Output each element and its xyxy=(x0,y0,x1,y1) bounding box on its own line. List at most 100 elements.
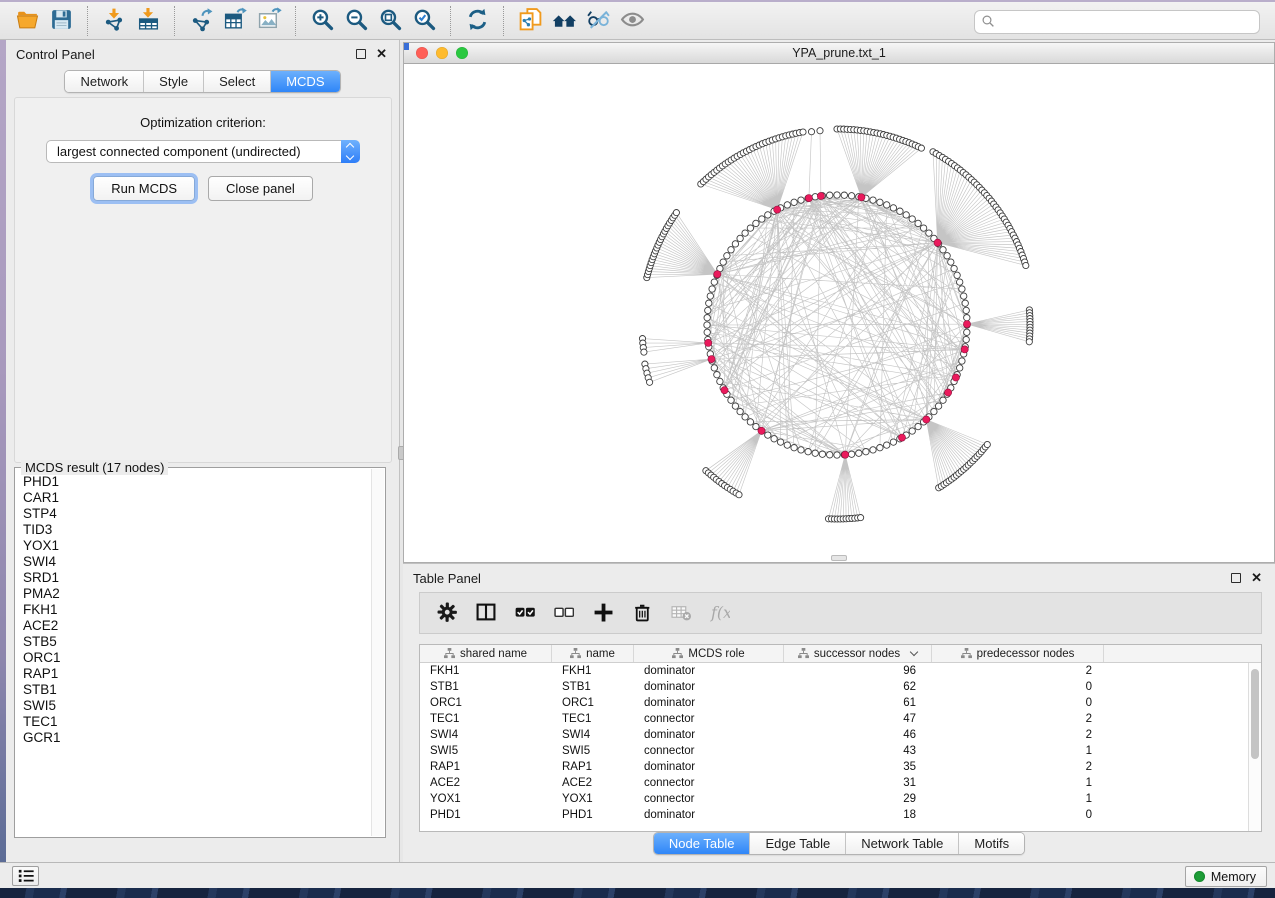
cell-MCDS-role[interactable]: dominator xyxy=(634,679,784,695)
column-header-MCDS-role[interactable]: MCDS role xyxy=(634,645,784,662)
table-scrollbar[interactable] xyxy=(1248,663,1261,831)
apply-layout-button[interactable] xyxy=(460,5,494,37)
import-table-button[interactable] xyxy=(131,5,165,37)
mcds-result-item[interactable]: STB1 xyxy=(23,682,371,698)
mcds-result-item[interactable]: PHD1 xyxy=(23,474,371,490)
cell-successor-nodes[interactable]: 62 xyxy=(784,679,932,695)
zoom-in-button[interactable] xyxy=(305,5,339,37)
cell-predecessor-nodes[interactable]: 1 xyxy=(932,775,1104,791)
hide-selected-button[interactable] xyxy=(581,5,615,37)
cell-name[interactable]: RAP1 xyxy=(552,759,634,775)
export-network-button[interactable] xyxy=(184,5,218,37)
cell-MCDS-role[interactable]: dominator xyxy=(634,727,784,743)
mcds-result-item[interactable]: FKH1 xyxy=(23,602,371,618)
cell-shared-name[interactable]: YOX1 xyxy=(420,791,552,807)
close-panel-icon[interactable]: ✕ xyxy=(376,46,387,62)
memory-button[interactable]: Memory xyxy=(1185,866,1267,887)
cell-successor-nodes[interactable]: 18 xyxy=(784,807,932,823)
maximize-traffic-light[interactable] xyxy=(456,47,468,59)
mcds-result-item[interactable]: GCR1 xyxy=(23,730,371,746)
network-window-titlebar[interactable]: YPA_prune.txt_1 xyxy=(404,43,1274,64)
cell-MCDS-role[interactable]: dominator xyxy=(634,807,784,823)
cell-shared-name[interactable]: FKH1 xyxy=(420,663,552,679)
run-mcds-button[interactable]: Run MCDS xyxy=(93,176,195,201)
search-input[interactable] xyxy=(974,10,1260,34)
first-neighbors-button[interactable] xyxy=(547,5,581,37)
mcds-result-item[interactable]: SWI4 xyxy=(23,554,371,570)
zoom-selected-button[interactable] xyxy=(407,5,441,37)
cell-name[interactable]: ACE2 xyxy=(552,775,634,791)
save-session-button[interactable] xyxy=(44,5,78,37)
cell-name[interactable]: STB1 xyxy=(552,679,634,695)
column-header-predecessor-nodes[interactable]: predecessor nodes xyxy=(932,645,1104,662)
delete-button[interactable] xyxy=(631,603,653,623)
select-stepper[interactable] xyxy=(341,140,360,163)
table-row[interactable]: YOX1YOX1connector291 xyxy=(420,791,1261,807)
import-network-button[interactable] xyxy=(97,5,131,37)
cell-shared-name[interactable]: STB1 xyxy=(420,679,552,695)
export-table-button[interactable] xyxy=(218,5,252,37)
cell-MCDS-role[interactable]: connector xyxy=(634,711,784,727)
task-history-button[interactable] xyxy=(12,866,39,886)
mcds-result-item[interactable]: SWI5 xyxy=(23,698,371,714)
mcds-result-item[interactable]: CAR1 xyxy=(23,490,371,506)
cell-predecessor-nodes[interactable]: 0 xyxy=(932,695,1104,711)
table-row[interactable]: PHD1PHD1dominator180 xyxy=(420,807,1261,823)
table-row[interactable]: TEC1TEC1connector472 xyxy=(420,711,1261,727)
cell-successor-nodes[interactable]: 96 xyxy=(784,663,932,679)
network-graph-canvas[interactable] xyxy=(404,64,1274,562)
cell-shared-name[interactable]: ACE2 xyxy=(420,775,552,791)
cell-shared-name[interactable]: SWI5 xyxy=(420,743,552,759)
cell-predecessor-nodes[interactable]: 1 xyxy=(932,743,1104,759)
column-header-successor-nodes[interactable]: successor nodes xyxy=(784,645,932,662)
table-row[interactable]: FKH1FKH1dominator962 xyxy=(420,663,1261,679)
table-row[interactable]: SWI4SWI4dominator462 xyxy=(420,727,1261,743)
table-row[interactable]: STB1STB1dominator620 xyxy=(420,679,1261,695)
cell-shared-name[interactable]: SWI4 xyxy=(420,727,552,743)
cell-predecessor-nodes[interactable]: 0 xyxy=(932,679,1104,695)
zoom-fit-button[interactable] xyxy=(373,5,407,37)
tab-network-table[interactable]: Network Table xyxy=(846,833,959,854)
table-row[interactable]: ACE2ACE2connector311 xyxy=(420,775,1261,791)
mcds-result-item[interactable]: STP4 xyxy=(23,506,371,522)
close-panel-icon[interactable]: ✕ xyxy=(1251,570,1262,586)
cell-predecessor-nodes[interactable]: 2 xyxy=(932,711,1104,727)
export-image-button[interactable] xyxy=(252,5,286,37)
mcds-result-item[interactable]: SRD1 xyxy=(23,570,371,586)
tab-motifs[interactable]: Motifs xyxy=(959,833,1024,854)
float-window-icon[interactable] xyxy=(356,49,366,59)
cell-predecessor-nodes[interactable]: 2 xyxy=(932,727,1104,743)
column-header-shared-name[interactable]: shared name xyxy=(420,645,552,662)
cell-successor-nodes[interactable]: 35 xyxy=(784,759,932,775)
column-header-name[interactable]: name xyxy=(552,645,634,662)
mcds-result-item[interactable]: ACE2 xyxy=(23,618,371,634)
table-row[interactable]: RAP1RAP1dominator352 xyxy=(420,759,1261,775)
table-scrollbar-thumb[interactable] xyxy=(1251,669,1259,759)
open-session-button[interactable] xyxy=(10,5,44,37)
mcds-result-item[interactable]: RAP1 xyxy=(23,666,371,682)
cell-predecessor-nodes[interactable]: 2 xyxy=(932,759,1104,775)
table-row[interactable]: ORC1ORC1dominator610 xyxy=(420,695,1261,711)
tab-node-table[interactable]: Node Table xyxy=(654,833,751,854)
cell-MCDS-role[interactable]: dominator xyxy=(634,695,784,711)
mcds-result-list[interactable]: PHD1CAR1STP4TID3YOX1SWI4SRD1PMA2FKH1ACE2… xyxy=(16,471,371,836)
network-graph[interactable] xyxy=(404,64,1274,562)
cell-name[interactable]: FKH1 xyxy=(552,663,634,679)
optimization-criterion-select[interactable]: largest connected component (undirected) xyxy=(46,140,360,163)
minimize-traffic-light[interactable] xyxy=(436,47,448,59)
tab-edge-table[interactable]: Edge Table xyxy=(750,833,846,854)
zoom-out-button[interactable] xyxy=(339,5,373,37)
close-panel-button[interactable]: Close panel xyxy=(208,176,313,201)
columns-button[interactable] xyxy=(475,603,497,623)
close-traffic-light[interactable] xyxy=(416,47,428,59)
cell-MCDS-role[interactable]: dominator xyxy=(634,759,784,775)
table-row[interactable]: SWI5SWI5connector431 xyxy=(420,743,1261,759)
mcds-result-item[interactable]: PMA2 xyxy=(23,586,371,602)
cell-predecessor-nodes[interactable]: 2 xyxy=(932,663,1104,679)
cell-name[interactable]: PHD1 xyxy=(552,807,634,823)
mcds-result-scrollbar[interactable] xyxy=(371,469,384,836)
cell-MCDS-role[interactable]: connector xyxy=(634,775,784,791)
splitter-grip[interactable] xyxy=(831,555,847,561)
cell-name[interactable]: SWI5 xyxy=(552,743,634,759)
add-button[interactable] xyxy=(592,603,614,623)
